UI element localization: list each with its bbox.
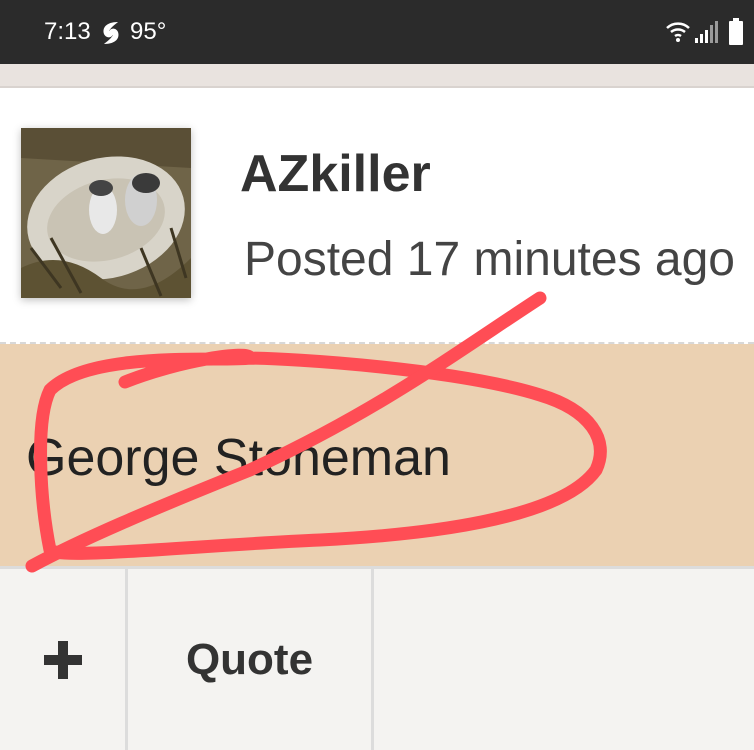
wifi-icon [666, 22, 690, 42]
post-body: George Stoneman [0, 344, 754, 569]
post-content: George Stoneman [26, 429, 451, 487]
post-actions: Quote [0, 569, 754, 750]
reaction-button[interactable] [0, 569, 128, 750]
hurricane-icon [103, 22, 119, 44]
avatar-image [21, 128, 191, 298]
post-header: AZkiller Posted 17 minutes ago [0, 88, 754, 344]
battery-icon [729, 18, 743, 45]
top-strip [0, 64, 754, 88]
signal-icon [695, 21, 718, 43]
quote-button[interactable]: Quote [128, 569, 374, 750]
avatar[interactable] [21, 128, 191, 298]
post-timestamp: Posted 17 minutes ago [244, 233, 735, 286]
status-temperature: 95° [130, 18, 167, 45]
post-author[interactable]: AZkiller [240, 144, 431, 204]
status-bar: 7:13 95° [0, 0, 754, 64]
status-time: 7:13 [44, 18, 91, 45]
plus-icon [43, 640, 82, 679]
